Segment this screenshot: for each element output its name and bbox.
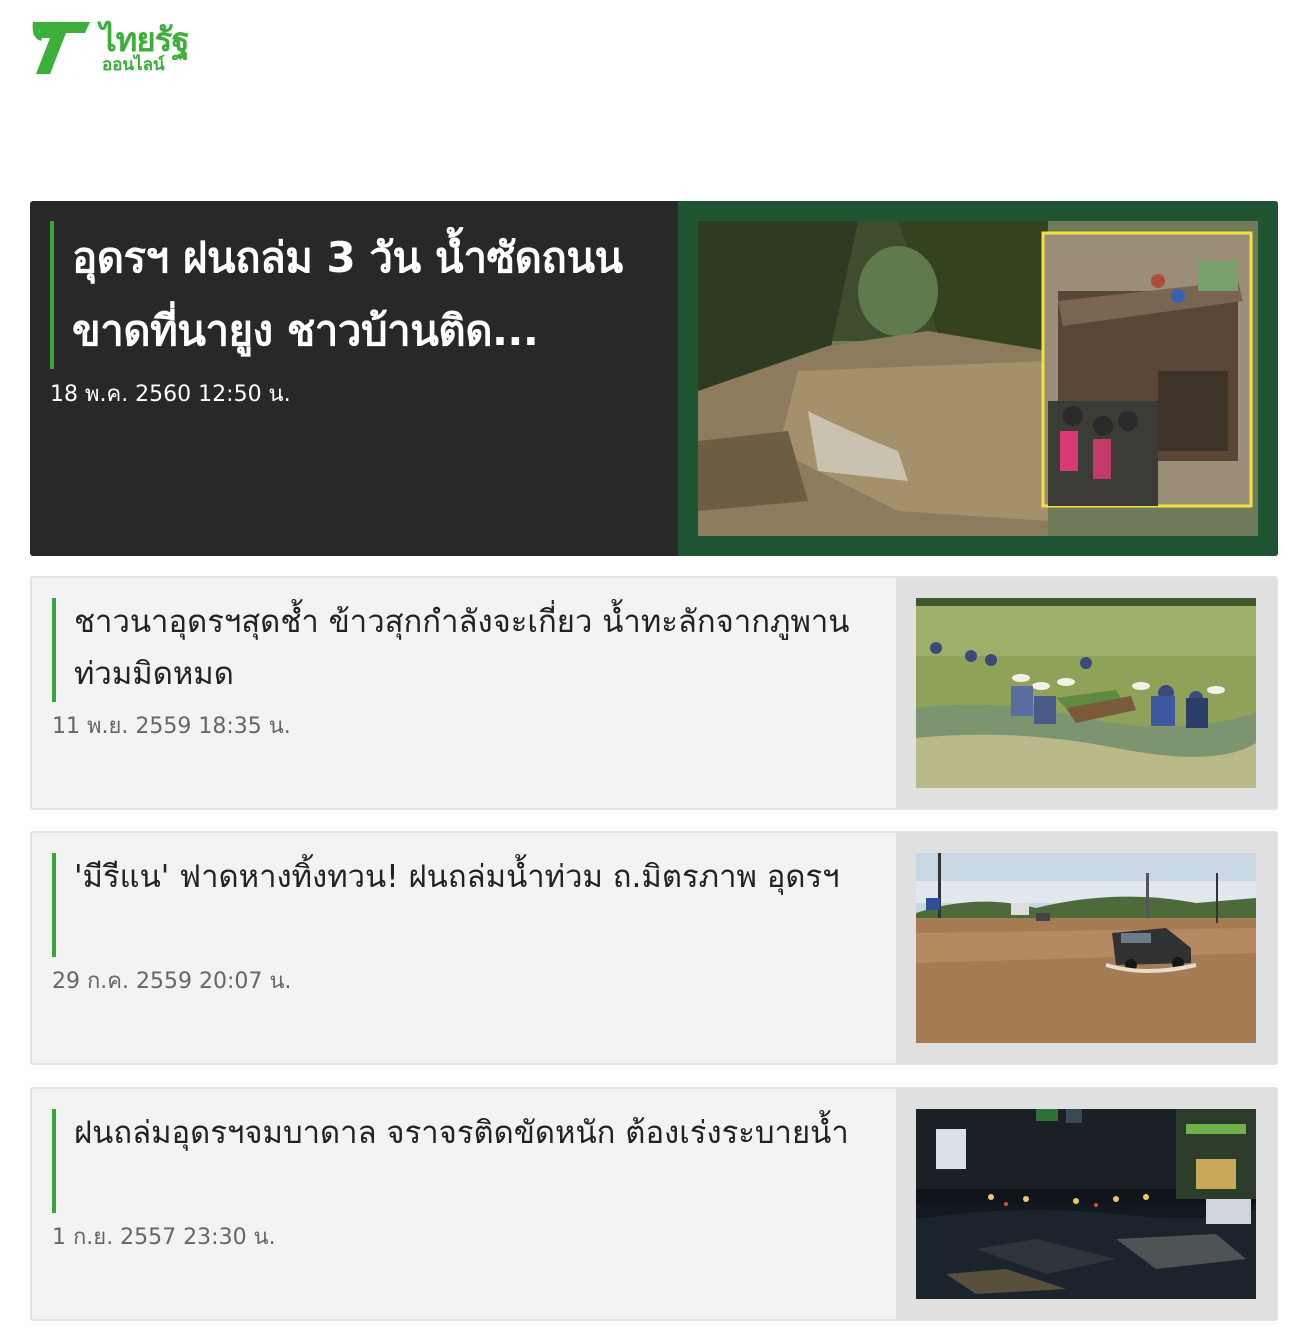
article-title[interactable]: ชาวนาอุดรฯสุดช้ำ ข้าวสุกกำลังจะเกี่ยว น้… (74, 596, 889, 700)
featured-article-image[interactable] (698, 221, 1258, 536)
thairath-t-logo-icon (32, 21, 90, 74)
featured-article-image-frame (678, 201, 1278, 556)
article-card[interactable]: ฝนถล่มอุดรฯจมบาดาล จราจรติดขัดหนัก ต้องเ… (30, 1087, 1278, 1321)
night-flooded-street-photo (916, 1109, 1256, 1299)
article-date: 29 ก.ค. 2559 20:07 น. (52, 969, 292, 994)
featured-article-date: 18 พ.ค. 2560 12:50 น. (50, 382, 291, 407)
accent-bar (52, 1109, 56, 1213)
article-image-frame (896, 1089, 1276, 1319)
featured-article-text: อุดรฯ ฝนถล่ม 3 วัน น้ำซัดถนนขาดที่นายูง … (50, 221, 665, 369)
flooded-highway-photo (916, 853, 1256, 1043)
article-card[interactable]: 'มีรีแน' ฟาดหางทิ้งทวน! ฝนถล่มน้ำท่วม ถ.… (30, 831, 1278, 1065)
site-logo[interactable]: ไทยรัฐ ออนไลน์ (30, 18, 200, 80)
article-image[interactable] (916, 853, 1256, 1043)
article-title[interactable]: 'มีรีแน' ฟาดหางทิ้งทวน! ฝนถล่มน้ำท่วม ถ.… (74, 851, 889, 903)
article-card[interactable]: ชาวนาอุดรฯสุดช้ำ ข้าวสุกกำลังจะเกี่ยว น้… (30, 576, 1278, 810)
featured-article[interactable]: อุดรฯ ฝนถล่ม 3 วัน น้ำซัดถนนขาดที่นายูง … (30, 201, 1278, 556)
accent-bar (50, 221, 54, 369)
article-image[interactable] (916, 598, 1256, 788)
article-date: 11 พ.ย. 2559 18:35 น. (52, 714, 291, 739)
accent-bar (52, 853, 56, 957)
flooded-rice-field-photo (916, 598, 1256, 788)
article-image-frame (896, 578, 1276, 808)
accent-bar (52, 598, 56, 702)
article-image[interactable] (916, 1109, 1256, 1299)
flooded-road-photo (698, 221, 1258, 536)
article-image-frame (896, 833, 1276, 1063)
featured-article-title[interactable]: อุดรฯ ฝนถล่ม 3 วัน น้ำซัดถนนขาดที่นายูง … (72, 221, 665, 367)
article-date: 1 ก.ย. 2557 23:30 น. (52, 1225, 276, 1250)
article-title[interactable]: ฝนถล่มอุดรฯจมบาดาล จราจรติดขัดหนัก ต้องเ… (74, 1107, 889, 1159)
logo-subtext: ออนไลน์ (102, 55, 165, 75)
